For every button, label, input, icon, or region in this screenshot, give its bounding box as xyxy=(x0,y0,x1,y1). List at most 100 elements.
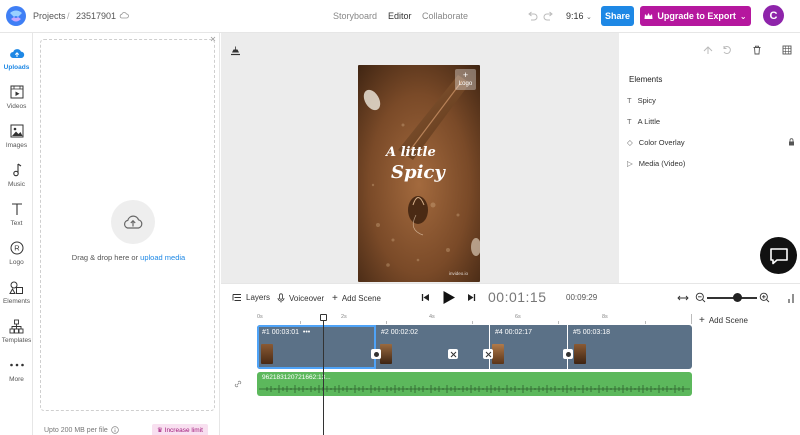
ruler-label: 2s xyxy=(341,314,347,320)
shapes-icon xyxy=(9,279,25,295)
rail-label: Text xyxy=(10,220,23,227)
element-item-spicy[interactable]: T Spicy xyxy=(627,96,797,105)
ruler-tick xyxy=(558,321,559,324)
skip-back-icon[interactable] xyxy=(421,293,430,302)
chat-support-button[interactable] xyxy=(760,237,797,274)
grid-icon[interactable] xyxy=(782,45,792,55)
rail-item-images[interactable]: Images xyxy=(0,123,33,149)
scene-clip-1[interactable]: #1 00:03:01 ••• xyxy=(257,325,376,369)
tab-storyboard[interactable]: Storyboard xyxy=(333,11,377,21)
add-scene-end-button[interactable]: + Add Scene xyxy=(699,315,748,326)
layer-order-icon[interactable] xyxy=(230,45,241,56)
zoom-slider-handle[interactable] xyxy=(732,293,742,302)
breadcrumb-projects[interactable]: Projects xyxy=(33,11,66,21)
ruler-tick xyxy=(472,321,473,324)
more-dots-icon xyxy=(9,357,25,373)
share-button[interactable]: Share xyxy=(601,6,634,26)
zoom-in-icon[interactable] xyxy=(759,292,770,303)
upload-button[interactable] xyxy=(111,200,155,244)
title-text-spicy[interactable]: Spicy xyxy=(391,162,445,183)
transition-icon[interactable] xyxy=(483,349,493,359)
project-id[interactable]: 23517901 xyxy=(76,11,116,21)
rail-item-videos[interactable]: Videos xyxy=(0,84,33,110)
rail-item-uploads[interactable]: Uploads xyxy=(0,45,33,71)
ruler-label: 0s xyxy=(257,314,263,320)
play-icon: ▷ xyxy=(627,159,633,168)
add-scene-label: Add Scene xyxy=(708,316,748,325)
scene-clip-4[interactable]: #4 00:02:17 xyxy=(490,325,568,369)
watermark: invideo.io xyxy=(449,271,469,276)
scene-clip-5[interactable]: #5 00:03:18 xyxy=(568,325,692,369)
tab-editor[interactable]: Editor xyxy=(388,11,412,21)
play-button-icon[interactable] xyxy=(442,290,456,305)
send-backward-icon[interactable] xyxy=(722,45,732,55)
logo-placeholder[interactable]: + Logo xyxy=(455,69,476,90)
transition-icon[interactable] xyxy=(371,349,381,359)
trash-icon[interactable] xyxy=(752,45,762,55)
ruler-label: 4s xyxy=(429,314,435,320)
user-avatar[interactable]: C xyxy=(763,5,784,26)
element-label: A Little xyxy=(637,117,661,126)
bring-forward-icon[interactable] xyxy=(703,45,713,55)
text-icon: T xyxy=(627,117,632,126)
rail-label: More xyxy=(9,376,24,383)
undo-icon[interactable] xyxy=(526,10,538,22)
scene-label: #5 00:03:18 xyxy=(573,329,610,336)
waveform-bars-icon[interactable] xyxy=(787,293,795,304)
lock-icon[interactable] xyxy=(788,138,795,146)
rail-item-logo[interactable]: R Logo xyxy=(0,240,33,266)
logo-placeholder-label: Logo xyxy=(458,81,473,87)
chevron-down-icon: ⌄ xyxy=(586,14,592,21)
rail-label: Videos xyxy=(6,103,27,110)
skip-forward-icon[interactable] xyxy=(467,293,476,302)
preview-stage: + Logo A little Spicy invideo.io xyxy=(221,33,619,286)
increase-limit-button[interactable]: ♛ Increase limit xyxy=(152,424,208,435)
fit-width-icon[interactable] xyxy=(677,294,689,302)
image-icon xyxy=(9,123,25,139)
upload-media-link[interactable]: upload media xyxy=(140,253,185,262)
app-logo-icon[interactable] xyxy=(5,5,27,27)
transition-icon[interactable] xyxy=(563,349,573,359)
dropzone-text: Drag & drop here or upload media xyxy=(41,253,216,262)
rail-label: Elements xyxy=(2,298,31,305)
scene-more-icon[interactable]: ••• xyxy=(303,329,310,336)
add-scene-button[interactable]: + Add Scene xyxy=(332,293,381,304)
scene-label: #1 00:03:01 ••• xyxy=(262,329,310,336)
playhead-handle[interactable] xyxy=(320,314,327,321)
top-bar: Projects / 23517901 Storyboard Editor Co… xyxy=(0,0,800,33)
ruler-label: 8s xyxy=(602,314,608,320)
zoom-out-icon[interactable] xyxy=(695,292,706,303)
aspect-ratio-value: 9:16 xyxy=(566,11,584,21)
layers-button[interactable]: Layers xyxy=(232,293,270,302)
rail-item-more[interactable]: More xyxy=(0,357,33,383)
redo-icon[interactable] xyxy=(543,10,555,22)
scene-label: #2 00:02:02 xyxy=(381,329,418,336)
tab-collaborate[interactable]: Collaborate xyxy=(422,11,468,21)
transition-icon[interactable] xyxy=(448,349,458,359)
element-item-a-little[interactable]: T A Little xyxy=(627,117,797,126)
templates-icon xyxy=(9,318,25,334)
link-icon[interactable] xyxy=(234,380,242,388)
upgrade-to-export-button[interactable]: Upgrade to Export ⌄ xyxy=(640,6,751,26)
rail-item-elements[interactable]: Elements xyxy=(0,279,33,305)
text-icon: T xyxy=(627,96,632,105)
video-preview[interactable]: + Logo A little Spicy invideo.io xyxy=(358,65,480,282)
registered-logo-icon: R xyxy=(9,240,25,256)
voiceover-button[interactable]: Voiceover xyxy=(277,293,324,303)
crown-icon: ♛ xyxy=(157,427,163,434)
scene-clip-2[interactable]: #2 00:02:02 xyxy=(376,325,490,369)
title-text-a-little[interactable]: A little xyxy=(386,145,436,160)
element-item-media-video[interactable]: ▷ Media (Video) xyxy=(627,159,797,168)
aspect-ratio-select[interactable]: 9:16 ⌄ xyxy=(566,11,592,21)
rail-item-templates[interactable]: Templates xyxy=(0,318,33,344)
playhead-line[interactable] xyxy=(323,314,324,435)
upload-dropzone[interactable]: Drag & drop here or upload media xyxy=(40,39,215,411)
info-icon[interactable] xyxy=(111,426,119,434)
element-label: Spicy xyxy=(637,96,656,105)
uploads-panel: Drag & drop here or upload media Upto 20… xyxy=(34,33,220,435)
text-icon xyxy=(9,201,25,217)
scene-thumbnail xyxy=(574,344,586,364)
rail-item-text[interactable]: Text xyxy=(0,201,33,227)
element-item-color-overlay[interactable]: ◇ Color Overlay xyxy=(627,138,797,147)
rail-item-music[interactable]: Music xyxy=(0,162,33,188)
